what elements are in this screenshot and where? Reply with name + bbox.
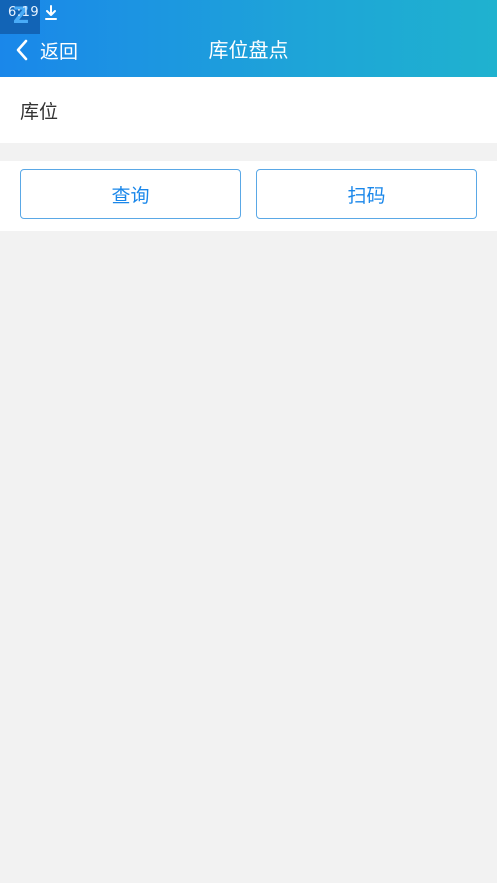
page-title: 库位盘点 [208, 38, 289, 62]
status-bar: Z 6:19 [0, 0, 497, 34]
download-icon [45, 5, 57, 20]
app-header: Z 6:19 返回 库位盘点 [0, 0, 497, 77]
location-input[interactable] [90, 87, 484, 135]
location-field-row: 库位 [0, 77, 497, 143]
action-button-row: 查询 扫码 [0, 161, 497, 231]
scan-button[interactable]: 扫码 [256, 169, 477, 219]
status-time: 6:19 [8, 5, 40, 20]
status-app-badge: Z 6:19 [0, 0, 40, 34]
query-button[interactable]: 查询 [20, 169, 241, 219]
location-label: 库位 [20, 100, 59, 123]
